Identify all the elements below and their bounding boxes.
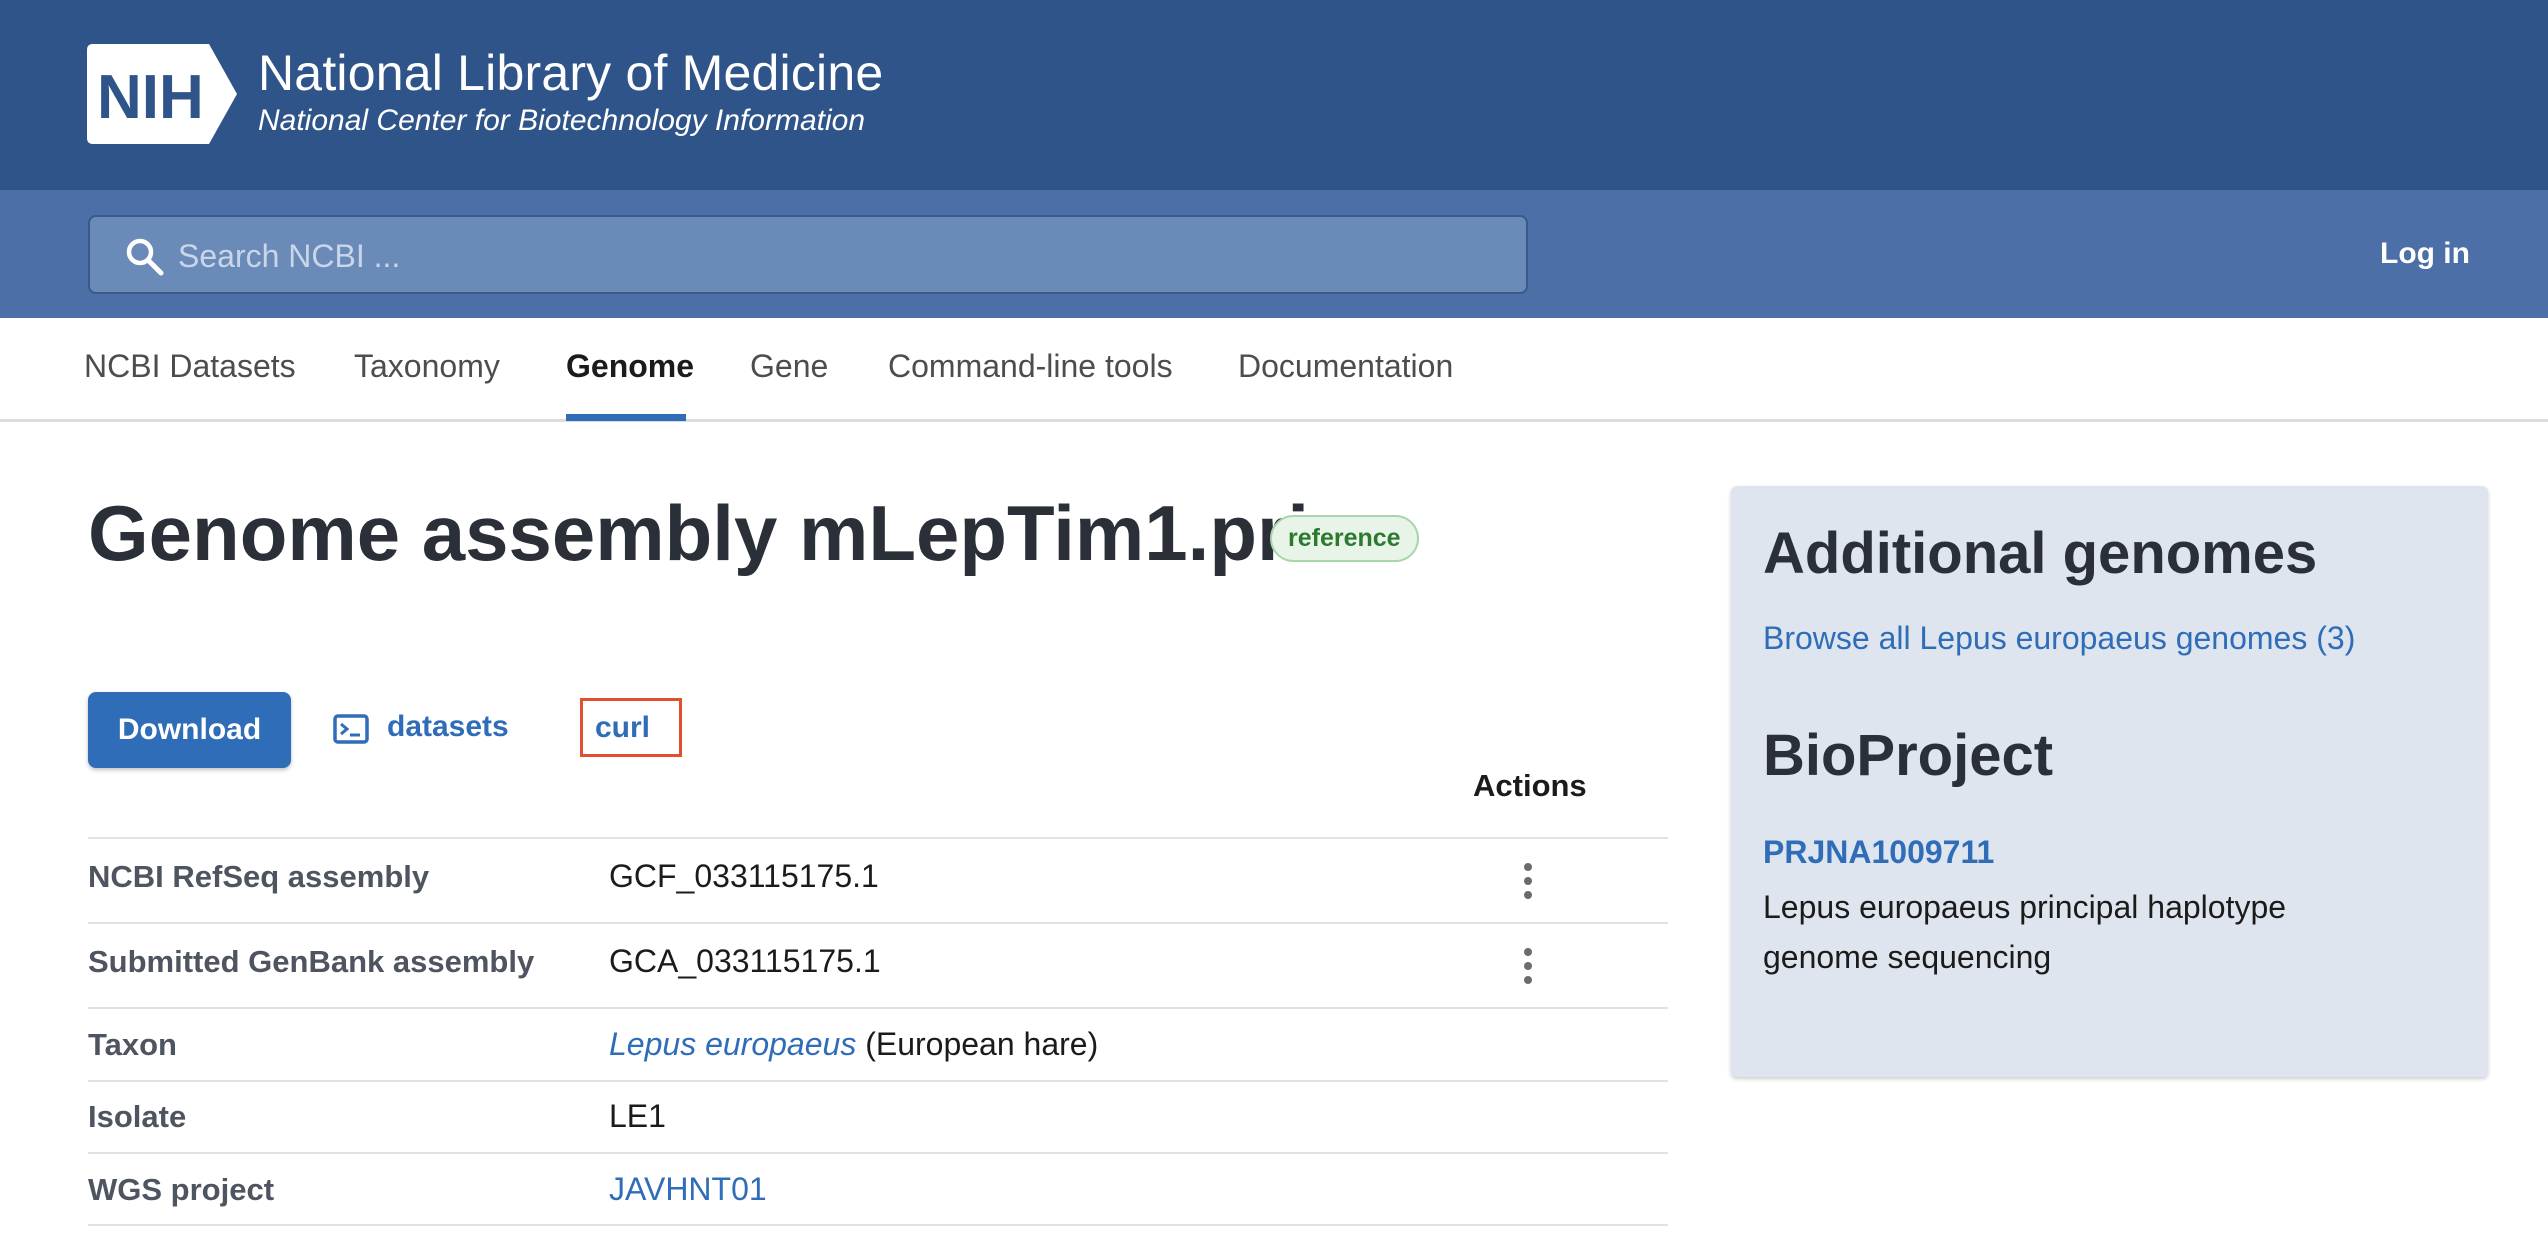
active-tab-indicator xyxy=(566,414,686,421)
table-row: Isolate LE1 xyxy=(88,1080,1668,1152)
tab-taxonomy[interactable]: Taxonomy xyxy=(354,348,500,385)
page-title: Genome assembly mLepTim1.pri xyxy=(88,489,1309,577)
row-label: Isolate xyxy=(88,1099,187,1134)
org-title[interactable]: National Library of Medicine xyxy=(258,44,883,102)
tab-documentation[interactable]: Documentation xyxy=(1238,348,1453,385)
table-row: WGS project JAVHNT01 xyxy=(88,1152,1668,1226)
org-subtitle: National Center for Biotechnology Inform… xyxy=(258,104,866,137)
row-value: GCA_033115175.1 xyxy=(609,943,881,979)
bioproject-heading: BioProject xyxy=(1763,723,2054,788)
download-button[interactable]: Download xyxy=(88,692,291,768)
tab-gene[interactable]: Gene xyxy=(750,348,828,385)
nih-logo[interactable]: NIH xyxy=(87,44,243,144)
wgs-project-link[interactable]: JAVHNT01 xyxy=(609,1171,767,1207)
tab-genome[interactable]: Genome xyxy=(566,348,694,385)
nih-logo-text: NIH xyxy=(97,63,204,132)
search-placeholder: Search NCBI ... xyxy=(178,238,401,274)
additional-genomes-heading: Additional genomes xyxy=(1763,521,2318,586)
tab-ncbi-datasets[interactable]: NCBI Datasets xyxy=(84,348,296,385)
login-link[interactable]: Log in xyxy=(2380,237,2470,271)
tab-command-line-tools[interactable]: Command-line tools xyxy=(888,348,1173,385)
row-value: LE1 xyxy=(609,1098,666,1134)
table-row: Submitted GenBank assembly GCA_033115175… xyxy=(88,922,1668,1007)
row-label: WGS project xyxy=(88,1172,275,1207)
datasets-label: datasets xyxy=(387,710,509,743)
search-icon xyxy=(126,238,164,276)
browse-genomes-link[interactable]: Browse all Lepus europaeus genomes (3) xyxy=(1763,620,2355,657)
header-banner: NIH National Library of Medicine Nationa… xyxy=(0,0,2548,190)
row-value: JAVHNT01 xyxy=(609,1171,767,1208)
row-label: Submitted GenBank assembly xyxy=(88,944,535,979)
row-label: NCBI RefSeq assembly xyxy=(88,859,430,894)
terminal-icon xyxy=(333,714,369,744)
search-input[interactable]: Search NCBI ... xyxy=(88,215,1528,294)
row-label: Taxon xyxy=(88,1027,177,1062)
taxon-common-name: (European hare) xyxy=(856,1026,1099,1062)
taxon-link[interactable]: Lepus europaeus xyxy=(609,1026,856,1062)
bioproject-description: Lepus europaeus principal haplotype geno… xyxy=(1763,889,2287,975)
main-nav: NCBI Datasets Taxonomy Genome Gene Comma… xyxy=(0,318,2548,422)
table-row: Taxon Lepus europaeus (European hare) xyxy=(88,1007,1668,1080)
row-value: Lepus europaeus (European hare) xyxy=(609,1026,1098,1063)
more-actions-icon[interactable] xyxy=(1516,946,1540,986)
reference-badge: reference xyxy=(1270,515,1419,562)
additional-genomes-panel: Additional genomes Browse all Lepus euro… xyxy=(1731,486,2488,1077)
row-value: GCF_033115175.1 xyxy=(609,858,879,894)
actions-column-header: Actions xyxy=(1473,768,1587,803)
curl-link[interactable]: curl xyxy=(580,698,682,757)
bioproject-link[interactable]: PRJNA1009711 xyxy=(1763,834,1994,871)
table-row: NCBI RefSeq assembly GCF_033115175.1 xyxy=(88,837,1668,922)
more-actions-icon[interactable] xyxy=(1516,861,1540,901)
